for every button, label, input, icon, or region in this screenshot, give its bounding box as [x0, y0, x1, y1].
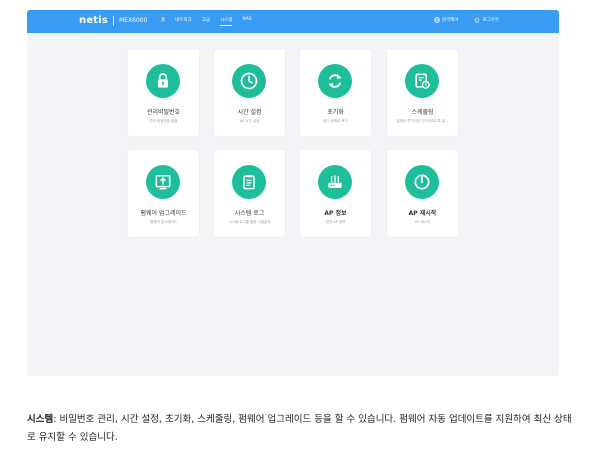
card-title: 펌웨어 업그레이드 — [140, 210, 187, 217]
remote-control-button[interactable]: 원격제어 — [434, 17, 459, 23]
icon-circle — [318, 165, 352, 199]
description-text: : 비밀번호 관리, 시간 설정, 초기화, 스케줄링, 펌웨어 업그레이드 등… — [27, 414, 572, 443]
description-paragraph: 시스템: 비밀번호 관리, 시간 설정, 초기화, 스케줄링, 펌웨어 업그레이… — [27, 411, 575, 447]
main-nav: 홈 네트워크 고급 시스템 NAS — [161, 17, 262, 26]
card-ap-restart[interactable]: AP 재시작 AP 재시작 — [387, 150, 458, 237]
card-subtitle: 시스템 로그를 통한 시점분석 — [228, 220, 271, 224]
icon-circle — [146, 165, 180, 199]
card-subtitle: 공기 상태로 복구 — [323, 119, 348, 123]
globe-icon — [434, 17, 440, 23]
card-time-settings[interactable]: 시간 설정 AP 시간 설정 — [214, 49, 285, 136]
nav-advanced[interactable]: 고급 — [202, 17, 210, 26]
card-title: 초기화 — [327, 109, 344, 116]
card-title: 시간 설정 — [237, 109, 262, 116]
card-firmware-upgrade[interactable]: 펌웨어 업그레이드 펌웨어 업그레이드 — [128, 150, 199, 237]
card-subtitle: 설정된 루거이전 기기이지도록 설... — [396, 119, 449, 123]
netis-logo: netis — [79, 15, 109, 26]
reset-icon — [329, 74, 341, 88]
card-title: 시스템 로그 — [234, 210, 265, 217]
remote-control-label: 원격제어 — [441, 18, 459, 23]
router-admin-window: netis MEX6000 홈 네트워크 고급 시스템 NAS 원격제어 로그아… — [27, 10, 559, 376]
nav-network[interactable]: 네트워크 — [175, 17, 192, 26]
icon-circle — [232, 165, 266, 199]
nav-nas[interactable]: NAS — [242, 17, 251, 26]
model-name: MEX6000 — [119, 17, 148, 24]
top-navigation-bar: netis MEX6000 홈 네트워크 고급 시스템 NAS 원격제어 로그아… — [27, 10, 559, 33]
card-system-log[interactable]: 시스템 로그 시스템 로그를 통한 시점분석 — [214, 150, 285, 237]
nav-system[interactable]: 시스템 — [219, 17, 233, 26]
card-subtitle: 관리 비밀번호 설정 — [149, 119, 178, 123]
upload-icon — [155, 175, 171, 190]
card-title: 스케줄링 — [411, 109, 434, 116]
card-subtitle: AP 시간 설정 — [239, 119, 260, 123]
card-ap-info[interactable]: AP 정보 전지 AP 정보 — [300, 150, 371, 237]
card-title: 관리비밀번호 — [146, 109, 181, 116]
clipboard-icon — [243, 174, 255, 190]
icon-circle — [318, 64, 352, 98]
brand[interactable]: netis MEX6000 — [79, 15, 147, 26]
nav-home[interactable]: 홈 — [161, 17, 165, 26]
header-actions: 원격제어 로그아웃 — [418, 17, 499, 23]
card-scheduling[interactable]: 스케줄링 설정된 루거이전 기기이지도록 설... — [387, 49, 458, 136]
card-admin-password[interactable]: 관리비밀번호 관리 비밀번호 설정 — [128, 49, 199, 136]
power-icon — [414, 174, 430, 190]
icon-circle — [146, 64, 180, 98]
router-icon — [328, 175, 342, 188]
logout-button[interactable]: 로그아웃 — [474, 17, 499, 23]
card-subtitle: 펌웨어 업그레이드 — [150, 220, 177, 224]
power-icon — [475, 17, 480, 23]
lock-icon — [158, 73, 168, 88]
icon-circle — [405, 64, 439, 98]
logout-label: 로그아웃 — [482, 18, 499, 23]
card-subtitle: AP 재시작 — [414, 220, 431, 224]
icon-circle — [232, 64, 266, 98]
card-title: AP 정보 — [324, 210, 347, 217]
card-factory-reset[interactable]: 초기화 공기 상태로 복구 — [300, 49, 371, 136]
icon-circle — [405, 165, 439, 199]
card-title: AP 재시작 — [408, 210, 437, 217]
card-subtitle: 전지 AP 정보 — [325, 220, 346, 224]
schedule-icon — [415, 73, 430, 89]
description-label: 시스템 — [27, 414, 54, 425]
clock-icon — [240, 72, 258, 90]
brand-divider — [113, 15, 115, 26]
